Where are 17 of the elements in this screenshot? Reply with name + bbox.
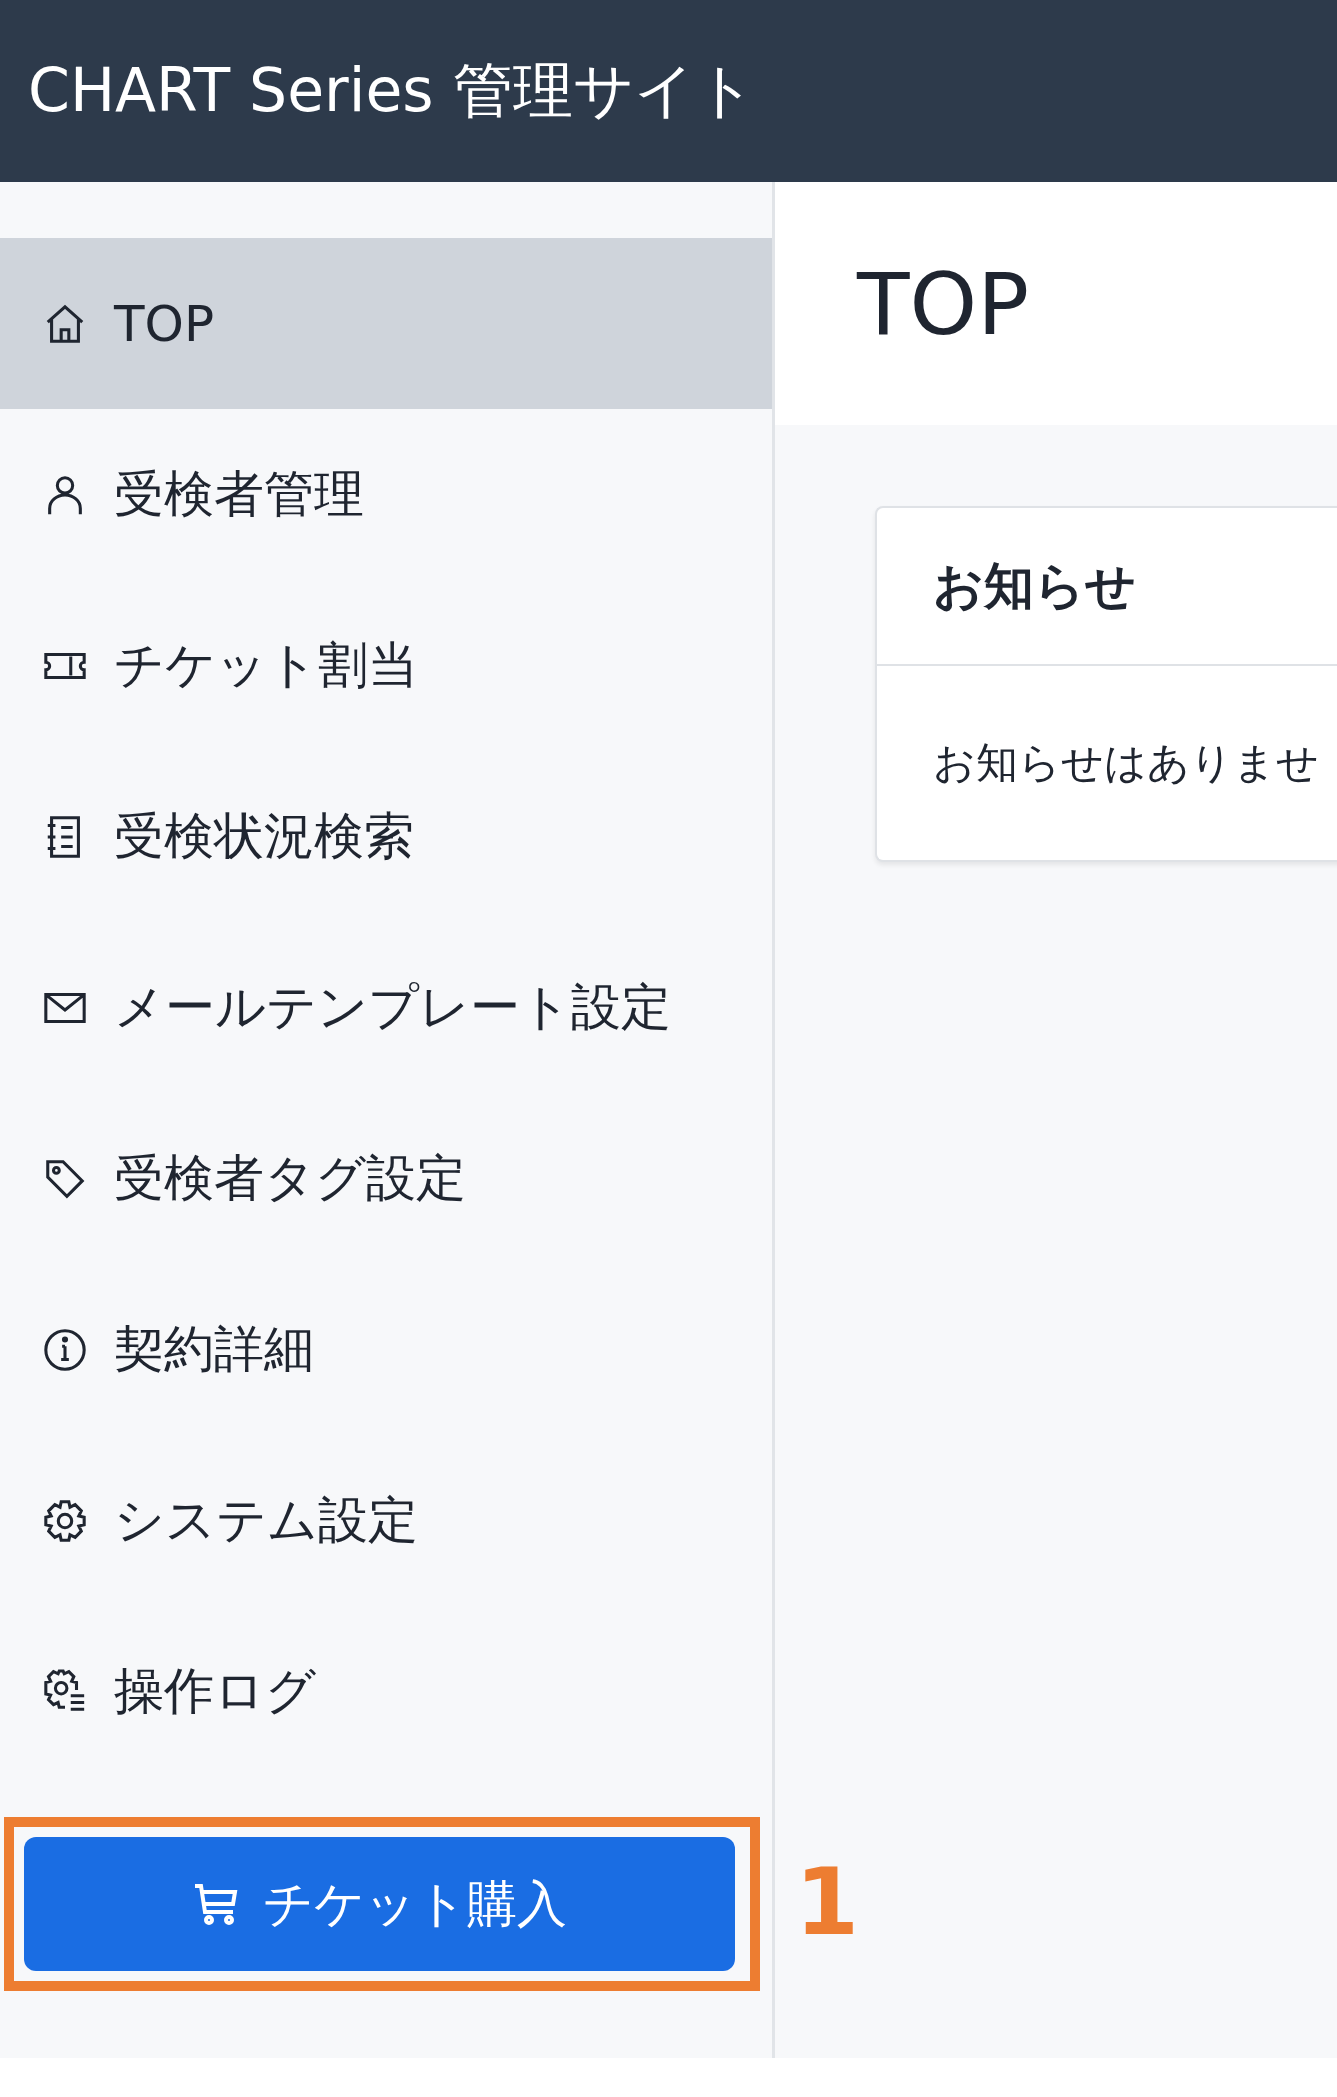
sidebar-item[interactable]: 受検者管理: [0, 409, 772, 580]
sidebar-item[interactable]: TOP: [0, 238, 772, 409]
sidebar-item[interactable]: 操作ログ: [0, 1606, 772, 1777]
sidebar-item[interactable]: チケット割当: [0, 580, 772, 751]
gear-icon: [42, 1497, 88, 1544]
purchase-ticket-button[interactable]: チケット購入: [24, 1837, 735, 1971]
info-icon: [42, 1326, 88, 1373]
sidebar-item[interactable]: 受検状況検索: [0, 751, 772, 922]
sidebar-item[interactable]: 契約詳細: [0, 1264, 772, 1435]
page-title: TOP: [857, 253, 1030, 354]
card-title: お知らせ: [933, 555, 1136, 617]
sidebar-item[interactable]: システム設定: [0, 1435, 772, 1606]
notice-message: お知らせはありませ: [933, 737, 1319, 789]
site-title: CHART Series 管理サイト: [28, 53, 756, 127]
sidebar-item[interactable]: 受検者タグ設定: [0, 1093, 772, 1264]
annotation-number: 1: [795, 1857, 859, 1949]
sidebar-item[interactable]: メールテンプレート設定: [0, 922, 772, 1093]
